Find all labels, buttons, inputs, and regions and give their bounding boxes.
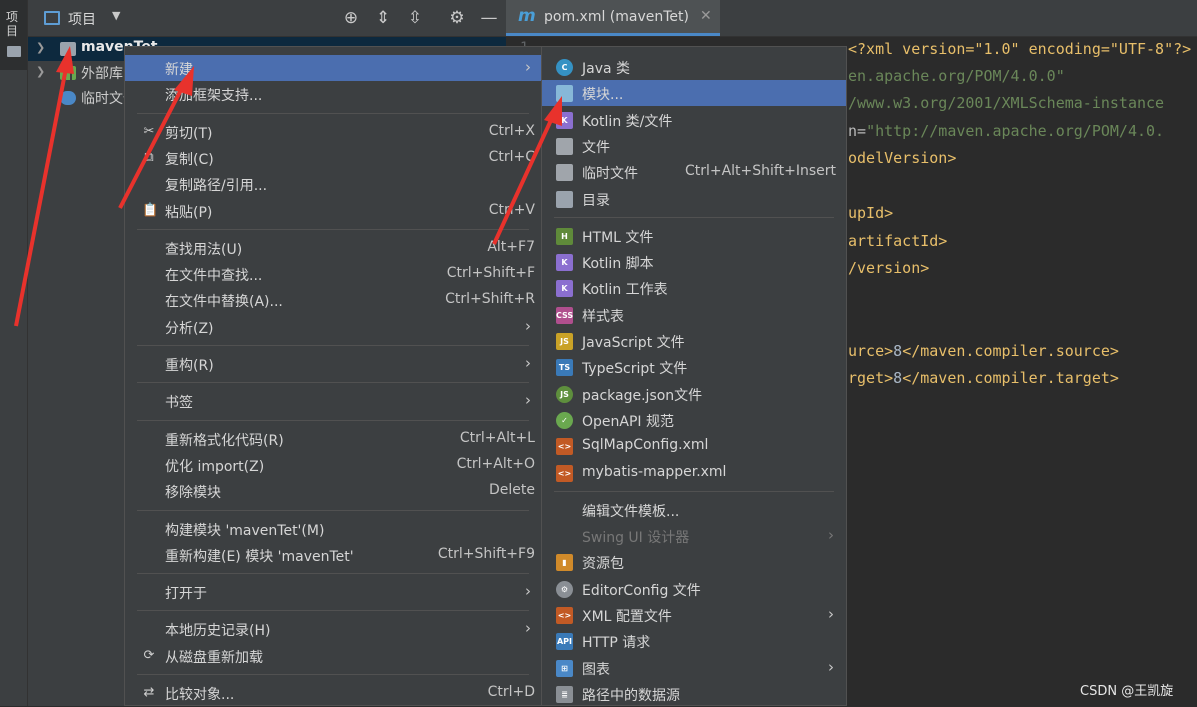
annotation-arrows bbox=[14, 46, 562, 327]
watermark: CSDN @王凯旋 bbox=[1080, 684, 1174, 699]
annotation-arrowhead bbox=[56, 46, 74, 74]
annotation-arrowhead bbox=[544, 96, 562, 126]
annotation-arrow bbox=[118, 87, 184, 209]
annotation-arrowhead bbox=[174, 66, 194, 96]
annotation-arrow bbox=[492, 117, 554, 245]
annotation-arrow bbox=[14, 67, 68, 327]
